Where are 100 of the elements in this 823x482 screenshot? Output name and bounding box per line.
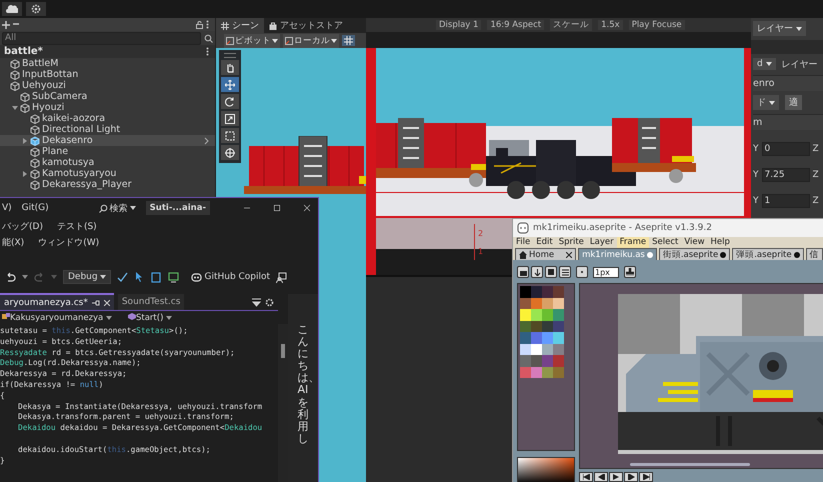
search-icon[interactable] bbox=[204, 34, 213, 42]
menu-item[interactable]: Edit bbox=[533, 237, 556, 248]
color-swatch[interactable] bbox=[520, 332, 531, 344]
color-swatch[interactable] bbox=[531, 286, 542, 298]
menu-item[interactable]: バッグ(D) bbox=[2, 220, 43, 232]
monitor-icon[interactable] bbox=[168, 272, 180, 282]
menu-item[interactable]: Frame bbox=[616, 237, 650, 248]
menu-item[interactable]: Select bbox=[649, 237, 682, 248]
hierarchy-item[interactable]: Kamotusyaryou bbox=[0, 168, 215, 179]
panel-tab[interactable]: シーン bbox=[216, 18, 264, 33]
close-icon[interactable] bbox=[566, 252, 572, 258]
stamp-icon[interactable] bbox=[624, 266, 636, 278]
brush-size-field[interactable]: 1px bbox=[593, 266, 619, 278]
color-swatch[interactable] bbox=[553, 286, 564, 298]
color-swatch[interactable] bbox=[531, 355, 542, 366]
method-dropdown[interactable]: Start() bbox=[128, 312, 172, 322]
color-swatch[interactable] bbox=[531, 366, 542, 378]
color-swatch[interactable] bbox=[553, 332, 564, 344]
menu-item[interactable]: ウィンドウ(W) bbox=[38, 236, 100, 248]
toolbar-item[interactable]: スケール bbox=[550, 19, 592, 31]
pin-icon[interactable] bbox=[92, 300, 100, 306]
mode-dropdown[interactable]: ド bbox=[753, 95, 779, 110]
copilot-button[interactable]: GitHub Copilot bbox=[191, 272, 270, 282]
hierarchy-item[interactable]: SubCamera bbox=[0, 91, 215, 102]
menu-icon[interactable] bbox=[559, 266, 571, 278]
value-field[interactable]: 1 bbox=[762, 194, 810, 208]
color-swatch[interactable] bbox=[520, 355, 531, 366]
hierarchy-item[interactable]: InputBottan bbox=[0, 69, 215, 80]
last-frame-icon[interactable] bbox=[639, 472, 653, 482]
scene-name[interactable]: battle* bbox=[4, 46, 43, 57]
dropdown-button[interactable]: ピボット bbox=[224, 34, 280, 48]
apply-button[interactable]: 適 bbox=[784, 95, 802, 110]
hierarchy-item[interactable]: Hyouzi bbox=[0, 102, 215, 113]
next-frame-icon[interactable] bbox=[624, 472, 638, 482]
hierarchy-item[interactable]: Plane bbox=[0, 146, 215, 157]
search-button[interactable]: 検索 bbox=[98, 202, 136, 214]
hierarchy-item[interactable]: kaikei-aozora bbox=[0, 113, 215, 124]
color-swatch[interactable] bbox=[542, 344, 553, 355]
hierarchy-item[interactable]: Dekasenro bbox=[0, 135, 215, 146]
color-swatch[interactable] bbox=[520, 286, 531, 298]
menu-item[interactable]: 能(X) bbox=[2, 236, 24, 248]
transform-tool-icon[interactable] bbox=[221, 145, 239, 160]
lock-icon[interactable] bbox=[196, 20, 203, 28]
color-swatch[interactable] bbox=[520, 309, 531, 320]
color-swatch[interactable] bbox=[553, 309, 564, 320]
color-swatch[interactable] bbox=[553, 366, 564, 378]
color-swatch[interactable] bbox=[520, 298, 531, 309]
more-icon[interactable] bbox=[206, 20, 209, 29]
menu-item[interactable]: Sprite bbox=[556, 237, 587, 248]
color-swatch[interactable] bbox=[531, 309, 542, 320]
toolbar-item[interactable]: Play Focuse bbox=[628, 20, 685, 30]
class-dropdown[interactable]: Kakusyaryoumanezya bbox=[2, 312, 112, 322]
hierarchy-item[interactable]: BattleM bbox=[0, 58, 215, 69]
menu-item[interactable]: View bbox=[681, 237, 708, 248]
previous-frame-icon[interactable] bbox=[594, 472, 608, 482]
menu-item[interactable]: File bbox=[513, 237, 534, 248]
lock-icon[interactable] bbox=[517, 266, 529, 278]
configuration-dropdown[interactable]: Debug bbox=[63, 270, 112, 284]
undo-icon[interactable] bbox=[5, 272, 16, 282]
color-swatch[interactable] bbox=[542, 332, 553, 344]
color-swatch[interactable] bbox=[531, 320, 542, 332]
hierarchy-item[interactable]: Dekaressya_Player bbox=[0, 179, 215, 190]
dropdown-button[interactable]: ローカル bbox=[283, 34, 339, 48]
toolbar-item[interactable]: 16:9 Aspect bbox=[487, 20, 544, 30]
color-swatch[interactable] bbox=[542, 298, 553, 309]
chevron-icon[interactable] bbox=[204, 136, 209, 144]
maximize-icon[interactable] bbox=[274, 203, 280, 213]
color-swatch[interactable] bbox=[520, 366, 531, 378]
color-swatch[interactable] bbox=[531, 298, 542, 309]
scrollbar[interactable] bbox=[630, 463, 750, 466]
scrollbar[interactable] bbox=[278, 324, 288, 482]
color-swatch[interactable] bbox=[542, 355, 553, 366]
color-swatch[interactable] bbox=[553, 320, 564, 332]
cloud-icon[interactable] bbox=[2, 2, 22, 16]
file-tab[interactable]: Home bbox=[515, 248, 576, 260]
more-icon[interactable] bbox=[206, 47, 209, 56]
down-arrow-icon[interactable] bbox=[531, 266, 543, 278]
color-swatch[interactable] bbox=[531, 332, 542, 344]
feedback-icon[interactable] bbox=[276, 272, 288, 282]
file-tab[interactable]: aryoumanezya.cs* bbox=[0, 293, 114, 311]
hand-tool-icon[interactable] bbox=[221, 60, 239, 75]
play-icon[interactable] bbox=[609, 472, 623, 482]
move-tool-icon[interactable] bbox=[221, 77, 239, 92]
square-icon[interactable] bbox=[545, 266, 557, 278]
color-swatch[interactable] bbox=[553, 344, 564, 355]
tag-dropdown[interactable]: d bbox=[753, 58, 776, 70]
menu-item[interactable]: テスト(S) bbox=[56, 220, 97, 232]
menu-item[interactable]: Git(G) bbox=[22, 203, 49, 213]
rotate-tool-icon[interactable] bbox=[221, 94, 239, 109]
file-tab[interactable]: 街頭.aseprite bbox=[658, 248, 730, 260]
value-field[interactable]: 0 bbox=[762, 142, 810, 156]
color-swatch[interactable] bbox=[520, 344, 531, 355]
grid-snap-icon[interactable] bbox=[342, 35, 355, 46]
file-tab[interactable]: 弾頭.aseprite bbox=[732, 248, 804, 260]
value-field[interactable]: 7.25 bbox=[762, 168, 810, 182]
menu-item[interactable]: Layer bbox=[586, 237, 617, 248]
hierarchy-item[interactable]: kamotusya bbox=[0, 157, 215, 168]
search-field[interactable]: All bbox=[2, 32, 201, 44]
rect-tool-icon[interactable] bbox=[221, 128, 239, 143]
file-tab[interactable]: SoundTest.cs bbox=[118, 294, 184, 310]
